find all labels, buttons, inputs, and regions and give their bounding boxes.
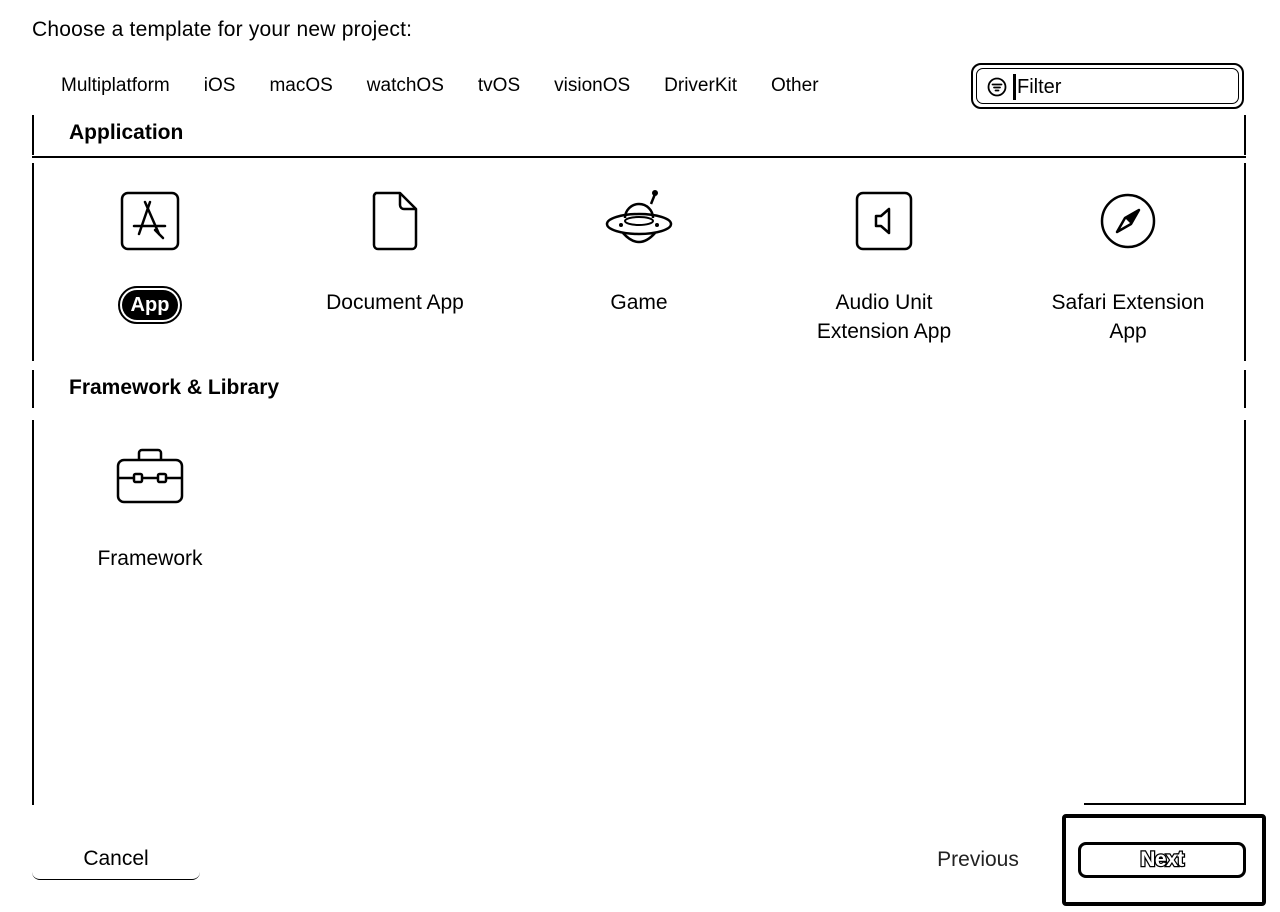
- panel-bottom-edge: [1084, 803, 1246, 805]
- template-label: App: [130, 293, 170, 316]
- panel-border-left: [32, 115, 34, 155]
- tab-ios[interactable]: iOS: [187, 71, 253, 101]
- panel-border-right: [1244, 370, 1246, 408]
- app-store-icon: [120, 191, 180, 251]
- dialog-title: Choose a template for your new project:: [32, 18, 413, 41]
- template-app[interactable]: App: [35, 190, 265, 340]
- filter-field[interactable]: [971, 63, 1244, 109]
- template-game[interactable]: Game: [524, 188, 754, 338]
- cancel-button[interactable]: Cancel: [32, 838, 200, 880]
- document-icon: [372, 191, 418, 251]
- panel-border-right: [1244, 420, 1246, 805]
- tab-other[interactable]: Other: [754, 71, 836, 101]
- filter-circle-icon: [987, 77, 1007, 97]
- section-title-framework-library: Framework & Library: [69, 376, 280, 399]
- tab-macos[interactable]: macOS: [252, 71, 349, 101]
- template-label-line2: Extension App: [816, 320, 952, 343]
- filter-input[interactable]: [1017, 71, 1232, 103]
- template-safari-extension-app[interactable]: Safari Extension App: [1013, 190, 1243, 350]
- template-label: Safari Extension App: [1013, 288, 1243, 346]
- application-header-divider: [32, 156, 1246, 158]
- previous-button[interactable]: Previous: [918, 840, 1038, 880]
- selected-template-label: App: [118, 286, 182, 324]
- tab-tvos[interactable]: tvOS: [461, 71, 537, 101]
- template-label-line1: Audio Unit: [835, 291, 933, 314]
- panel-border-left: [32, 370, 34, 408]
- template-framework[interactable]: Framework: [35, 446, 265, 586]
- section-title-application: Application: [69, 121, 184, 144]
- template-document-app[interactable]: Document App: [280, 190, 510, 340]
- tab-visionos[interactable]: visionOS: [537, 71, 647, 101]
- template-label: Framework: [97, 547, 203, 570]
- template-label: Game: [610, 291, 668, 314]
- platform-tabs: Multiplatform iOS macOS watchOS tvOS vis…: [44, 70, 836, 102]
- template-label: Audio Unit Extension App: [769, 288, 999, 346]
- panel-border-right: [1244, 163, 1246, 361]
- safari-compass-icon: [1100, 193, 1156, 249]
- panel-border-right: [1244, 115, 1246, 155]
- template-label-line2: App: [1109, 320, 1147, 343]
- next-button-label: Next: [1139, 847, 1185, 873]
- template-label: Document App: [326, 291, 464, 314]
- next-button[interactable]: Next: [1078, 842, 1246, 878]
- tab-multiplatform[interactable]: Multiplatform: [44, 71, 187, 101]
- text-caret: [1013, 74, 1016, 100]
- template-audio-unit-extension-app[interactable]: Audio Unit Extension App: [769, 190, 999, 350]
- tab-driverkit[interactable]: DriverKit: [647, 71, 754, 101]
- tab-watchos[interactable]: watchOS: [350, 71, 461, 101]
- panel-border-left: [32, 420, 34, 805]
- gamecontroller-ufo-icon: [605, 190, 673, 244]
- template-label-line1: Safari Extension: [1051, 291, 1205, 314]
- audio-unit-icon: [855, 191, 913, 251]
- toolbox-icon: [116, 448, 184, 504]
- panel-border-left: [32, 163, 34, 361]
